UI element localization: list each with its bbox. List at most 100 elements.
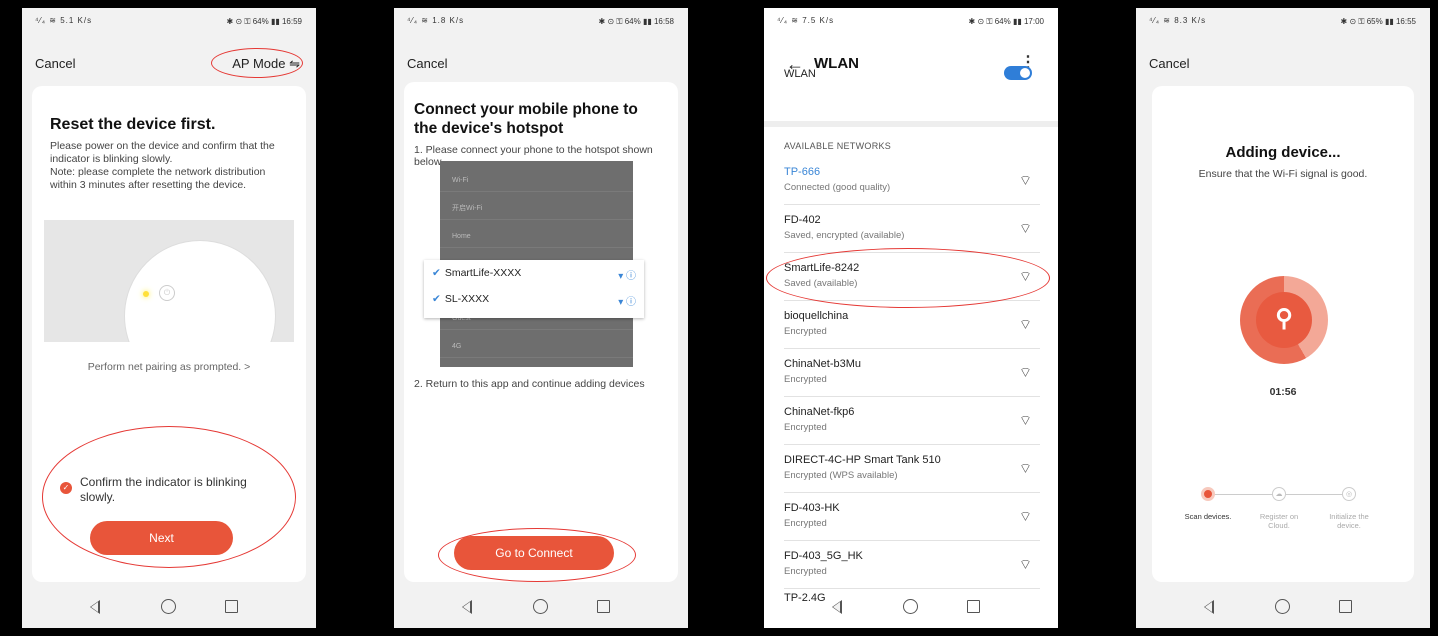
network-item[interactable]: FD-402 Saved, encrypted (available) ⌔ <box>784 208 1040 253</box>
check-icon: ✔ <box>432 267 441 279</box>
wifi-signal-icon: ⌔ <box>1018 364 1032 380</box>
page-title: WLAN <box>814 55 859 72</box>
wifi-signal-icon: ⌔ <box>1018 220 1032 236</box>
wifi-info-icon: ▾ ⓘ <box>618 297 636 308</box>
cancel-button[interactable]: Cancel <box>1149 56 1189 71</box>
recent-apps-icon[interactable] <box>1339 600 1352 613</box>
highlight-ellipse <box>766 248 1050 308</box>
status-bar: ⁴⁄₄ ≋ 5.1 K/s ✱ ⊙ ⚿ 64% ▮▮ 16:59 <box>35 16 302 26</box>
network-item[interactable]: bioquellchina Encrypted ⌔ <box>784 304 1040 349</box>
highlight-ellipse <box>211 48 303 78</box>
check-icon: ✔ <box>432 293 441 305</box>
step-label: Scan devices. <box>1184 512 1232 521</box>
device-illustration <box>44 220 294 342</box>
network-item[interactable]: ChinaNet-fkp6 Encrypted ⌔ <box>784 400 1040 445</box>
network-name: ChinaNet-b3Mu <box>784 358 862 370</box>
next-button[interactable]: Next <box>90 521 233 555</box>
scanning-radar: ⚲ <box>1240 276 1328 364</box>
wifi-signal-icon: ⌔ <box>1018 172 1032 188</box>
step-scan-dot <box>1201 487 1215 501</box>
countdown-timer: 01:56 <box>1269 386 1297 398</box>
network-item[interactable]: DIRECT-4C-HP Smart Tank 510 Encrypted (W… <box>784 448 1040 493</box>
network-name: FD-402 <box>784 214 821 226</box>
screenshot-row: Wi-Fi <box>440 171 633 192</box>
step-label: Initialize the device. <box>1329 512 1369 530</box>
hotspot-item[interactable]: ✔ SmartLife-XXXX <box>432 267 521 279</box>
network-status: Connected (good quality) <box>784 182 891 193</box>
network-item[interactable]: FD-403_5G_HK Encrypted ⌔ <box>784 544 1040 589</box>
step-init-icon: ◎ <box>1342 487 1356 501</box>
home-icon[interactable] <box>903 599 918 614</box>
recent-apps-icon[interactable] <box>967 600 980 613</box>
nav-bar <box>22 590 316 628</box>
wlan-toggle[interactable] <box>1004 66 1032 80</box>
indicator-light-icon <box>143 291 149 297</box>
cancel-button[interactable]: Cancel <box>35 56 75 71</box>
recent-apps-icon[interactable] <box>225 600 238 613</box>
hotspot-name: SmartLife-XXXX <box>444 267 522 279</box>
status-bar: ⁴⁄₄ ≋ 8.3 K/s ✱ ⊙ ⚿ 65% ▮▮ 16:55 <box>1149 16 1416 26</box>
network-name: DIRECT-4C-HP Smart Tank 510 <box>784 454 941 466</box>
nav-bar <box>1136 590 1430 628</box>
screen-adding-device: ⁴⁄₄ ≋ 8.3 K/s ✱ ⊙ ⚿ 65% ▮▮ 16:55 Cancel … <box>1136 8 1430 628</box>
network-name: bioquellchina <box>784 310 849 322</box>
step-connector <box>1286 494 1348 495</box>
wifi-info-icon: ▾ ⓘ <box>618 271 636 282</box>
network-status: Encrypted <box>784 566 827 577</box>
nav-bar <box>394 590 688 628</box>
screen-wlan-settings: ⁴⁄₄ ≋ 7.5 K/s ✱ ⊙ ⚿ 64% ▮▮ 17:00 ← WLAN … <box>764 8 1058 628</box>
home-icon[interactable] <box>161 599 176 614</box>
network-item[interactable]: ChinaNet-b3Mu Encrypted ⌔ <box>784 352 1040 397</box>
cancel-button[interactable]: Cancel <box>407 56 447 71</box>
go-to-connect-button[interactable]: Go to Connect <box>454 536 614 570</box>
wifi-signal-icon: ⌔ <box>1018 460 1032 476</box>
network-status: Encrypted <box>784 422 827 433</box>
subtitle: Ensure that the Wi-Fi signal is good. <box>1198 168 1368 180</box>
network-name: TP-666 <box>784 166 821 178</box>
network-status: Saved, encrypted (available) <box>784 230 905 241</box>
section-header: AVAILABLE NETWORKS <box>784 141 892 151</box>
net-pairing-link[interactable]: Perform net pairing as prompted. > <box>22 361 316 373</box>
page-title: Adding device... <box>1225 144 1341 161</box>
step-label: Register on Cloud. <box>1259 512 1299 530</box>
page-title: Reset the device first. <box>50 116 216 133</box>
screenshot-row: 4G <box>440 337 633 358</box>
network-status: Encrypted (WPS available) <box>784 470 898 481</box>
nav-bar <box>764 590 1058 628</box>
network-name: ChinaNet-fkp6 <box>784 406 855 418</box>
network-status: Encrypted <box>784 518 827 529</box>
instruction-text: Please power on the device and confirm t… <box>50 140 275 191</box>
screen-connect-hotspot: ⁴⁄₄ ≋ 1.8 K/s ✱ ⊙ ⚿ 64% ▮▮ 16:58 Cancel … <box>394 8 688 628</box>
step-2-text: 2. Return to this app and continue addin… <box>414 378 645 390</box>
confirm-checkbox[interactable]: ✓ <box>60 482 72 494</box>
wifi-signal-icon: ⌔ <box>1018 412 1032 428</box>
network-item[interactable]: TP-666 Connected (good quality) ⌔ <box>784 160 1040 205</box>
recent-apps-icon[interactable] <box>597 600 610 613</box>
back-icon[interactable] <box>1204 600 1214 614</box>
back-icon[interactable] <box>462 600 472 614</box>
screenshot-row: 开启Wi-Fi <box>440 199 633 220</box>
network-name: FD-403-HK <box>784 502 840 514</box>
network-item[interactable]: FD-403-HK Encrypted ⌔ <box>784 496 1040 541</box>
hotspot-item[interactable]: ✔ SL-XXXX <box>432 293 489 305</box>
divider <box>764 121 1058 127</box>
network-name: FD-403_5G_HK <box>784 550 863 562</box>
wifi-signal-icon: ⌔ <box>1018 508 1032 524</box>
confirm-label: Confirm the indicator is blinking slowly… <box>80 475 247 504</box>
network-status: Encrypted <box>784 326 827 337</box>
back-icon[interactable] <box>832 600 842 614</box>
search-icon: ⚲ <box>1256 292 1312 348</box>
wlan-toggle-label: WLAN <box>784 68 816 80</box>
network-status: Encrypted <box>784 374 827 385</box>
step-connector <box>1214 494 1278 495</box>
step-cloud-icon: ☁ <box>1272 487 1286 501</box>
wifi-signal-icon: ⌔ <box>1018 316 1032 332</box>
screen-reset-device: ⁴⁄₄ ≋ 5.1 K/s ✱ ⊙ ⚿ 64% ▮▮ 16:59 Cancel … <box>22 8 316 628</box>
status-bar: ⁴⁄₄ ≋ 7.5 K/s ✱ ⊙ ⚿ 64% ▮▮ 17:00 <box>777 16 1044 26</box>
back-icon[interactable] <box>90 600 100 614</box>
hotspot-name: SL-XXXX <box>444 293 490 305</box>
home-icon[interactable] <box>533 599 548 614</box>
home-icon[interactable] <box>1275 599 1290 614</box>
status-bar: ⁴⁄₄ ≋ 1.8 K/s ✱ ⊙ ⚿ 64% ▮▮ 16:58 <box>407 16 674 26</box>
hotspot-list-popup: ✔ SmartLife-XXXX ▾ ⓘ ✔ SL-XXXX ▾ ⓘ <box>424 260 644 318</box>
